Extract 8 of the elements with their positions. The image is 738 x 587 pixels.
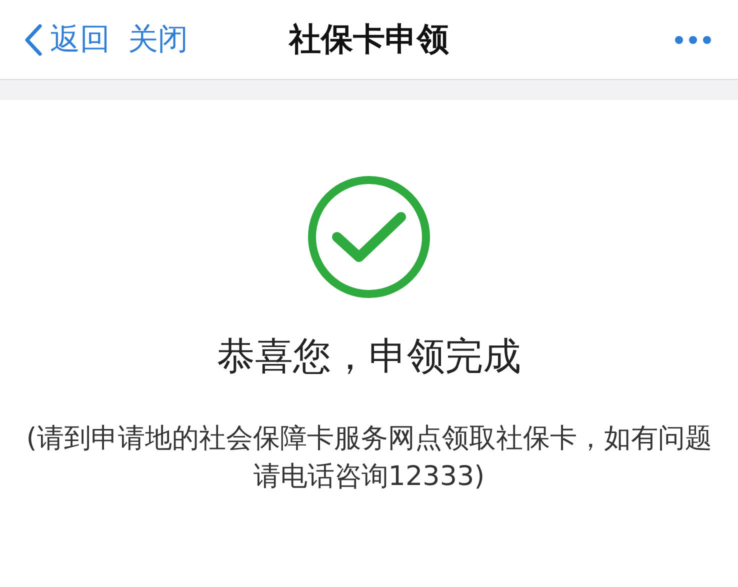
page-title: 社保卡申领 <box>289 18 449 60</box>
success-check-icon <box>307 175 431 299</box>
back-chevron-icon <box>22 22 44 56</box>
close-button[interactable]: 关闭 <box>128 19 188 60</box>
more-icon[interactable] <box>674 34 712 44</box>
result-message: (请到申请地的社会保障卡服务网点领取社保卡，如有问题请电话咨询12333) <box>25 422 713 494</box>
result-title: 恭喜您，申领完成 <box>217 333 521 380</box>
back-button[interactable]: 返回 <box>22 19 110 60</box>
